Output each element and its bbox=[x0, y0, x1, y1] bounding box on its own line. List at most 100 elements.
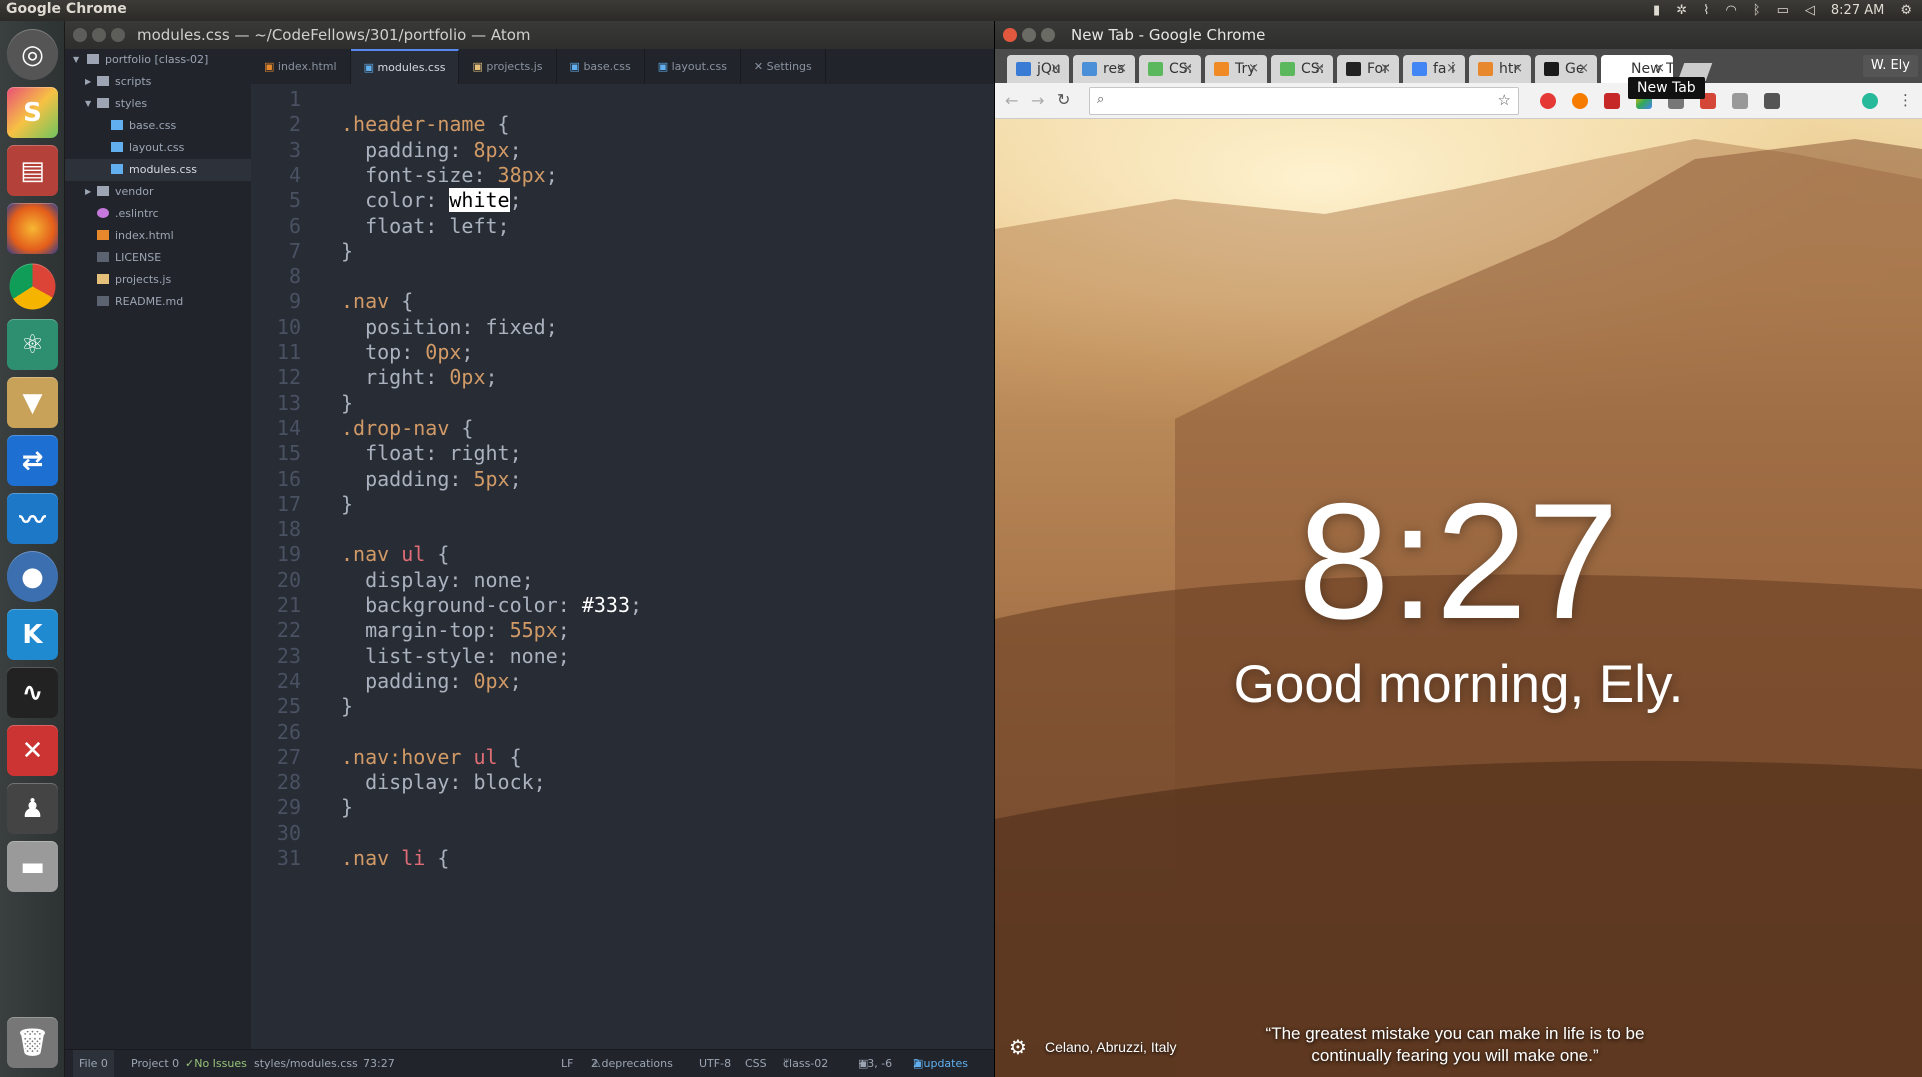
inkscape-icon[interactable]: ♟ bbox=[7, 783, 58, 834]
extension-icon[interactable] bbox=[1540, 93, 1556, 109]
tree-file-readme[interactable]: README.md bbox=[65, 291, 251, 313]
code-line[interactable]: position: fixed; bbox=[341, 315, 558, 339]
slack-icon[interactable]: S bbox=[7, 87, 58, 138]
chrome-close-button[interactable] bbox=[1003, 28, 1017, 42]
chrome-icon[interactable] bbox=[9, 263, 56, 310]
firefox-icon[interactable] bbox=[7, 203, 58, 254]
forward-icon[interactable]: → bbox=[1031, 91, 1044, 110]
code-line[interactable]: margin-top: 55px; bbox=[341, 618, 570, 642]
tab-close-icon[interactable]: × bbox=[1446, 55, 1457, 83]
bookmark-star-icon[interactable]: ☆ bbox=[1498, 91, 1511, 109]
code-line[interactable]: background-color: #333; bbox=[341, 593, 642, 617]
tab-modules-css[interactable]: ▣ modules.css bbox=[350, 49, 460, 84]
atom-close-button[interactable] bbox=[73, 28, 87, 42]
teamviewer-icon[interactable]: ⇄ bbox=[7, 435, 58, 486]
code-line[interactable]: } bbox=[341, 795, 353, 819]
code-line[interactable]: right: 0px; bbox=[341, 365, 497, 389]
adblock-icon[interactable] bbox=[1604, 93, 1620, 109]
power-gear-icon[interactable]: ⚙ bbox=[1900, 3, 1912, 18]
code-line[interactable]: .nav ul { bbox=[341, 542, 449, 566]
atom-icon[interactable]: ⚛ bbox=[7, 319, 58, 370]
tree-file-eslintrc[interactable]: .eslintrc bbox=[65, 203, 251, 225]
code-line[interactable]: float: left; bbox=[341, 214, 510, 238]
tab-settings[interactable]: ✕ Settings bbox=[741, 49, 826, 84]
tab-close-icon[interactable]: × bbox=[1116, 55, 1127, 83]
tree-file-layout-css[interactable]: layout.css bbox=[65, 137, 251, 159]
extension-icon[interactable] bbox=[1572, 93, 1588, 109]
paperclip-icon[interactable]: ⌇ bbox=[1703, 3, 1709, 18]
browser-tab[interactable]: res × bbox=[1073, 55, 1135, 83]
chrome-minimize-button[interactable] bbox=[1022, 28, 1036, 42]
code-line[interactable]: padding: 8px; bbox=[341, 138, 522, 162]
tab-close-icon[interactable]: × bbox=[1182, 55, 1193, 83]
tab-close-icon[interactable]: × bbox=[1314, 55, 1325, 83]
browser-tab[interactable]: jQu × bbox=[1007, 55, 1069, 83]
tree-file-base-css[interactable]: base.css bbox=[65, 115, 251, 137]
code-line[interactable]: } bbox=[341, 492, 353, 516]
browser-tab[interactable]: Ge × bbox=[1535, 55, 1597, 83]
code-line[interactable]: .header-name { bbox=[341, 112, 510, 136]
grammar[interactable]: CSS bbox=[745, 1050, 767, 1077]
encoding[interactable]: UTF-8 bbox=[699, 1050, 731, 1077]
kodi-icon[interactable]: K bbox=[7, 609, 58, 660]
code-line[interactable]: } bbox=[341, 694, 353, 718]
code-line[interactable]: display: none; bbox=[341, 568, 534, 592]
tree-folder-styles[interactable]: ▼ styles bbox=[65, 93, 251, 115]
code-line[interactable]: .drop-nav { bbox=[341, 416, 473, 440]
dash-home-icon[interactable]: ◎ bbox=[7, 29, 58, 80]
code-line[interactable]: float: right; bbox=[341, 441, 522, 465]
linter-status[interactable]: ✓ No Issues bbox=[185, 1050, 247, 1077]
code-line[interactable]: } bbox=[341, 239, 353, 263]
code-editor[interactable]: 1 2 .header-name {3 padding: 8px; 4 font-si… bbox=[251, 84, 994, 1049]
browser-tab[interactable]: fa i × bbox=[1403, 55, 1465, 83]
code-line[interactable]: padding: 5px; bbox=[341, 467, 522, 491]
line-ending[interactable]: LF bbox=[561, 1050, 573, 1077]
tab-projects-js[interactable]: ▣ projects.js bbox=[459, 49, 557, 84]
daily-quote[interactable]: “The greatest mistake you can make in li… bbox=[1225, 1023, 1685, 1067]
browser-tab[interactable]: CS: × bbox=[1139, 55, 1201, 83]
browser-tab[interactable]: Try × bbox=[1205, 55, 1267, 83]
trash-icon[interactable]: 🗑 bbox=[7, 1017, 58, 1068]
tab-close-icon[interactable]: × bbox=[1050, 55, 1061, 83]
file-path[interactable]: styles/modules.css bbox=[254, 1050, 358, 1077]
code-line[interactable]: .nav:hover ul { bbox=[341, 745, 522, 769]
extension-icon[interactable] bbox=[1764, 93, 1780, 109]
tree-folder-scripts[interactable]: ▶ scripts bbox=[65, 71, 251, 93]
code-line[interactable]: display: block; bbox=[341, 770, 546, 794]
file-count[interactable]: File 0 bbox=[73, 1050, 114, 1077]
atom-maximize-button[interactable] bbox=[111, 28, 125, 42]
bluetooth-icon[interactable]: ᛒ bbox=[1753, 3, 1761, 18]
back-icon[interactable]: ← bbox=[1005, 91, 1018, 110]
tree-file-modules-css[interactable]: modules.css bbox=[65, 159, 251, 181]
terminal-icon[interactable]: ∿ bbox=[7, 667, 58, 718]
tab-layout-css[interactable]: ▣ layout.css bbox=[645, 49, 741, 84]
wifi-icon[interactable]: ◠ bbox=[1725, 3, 1736, 18]
drop-icon[interactable]: ● bbox=[7, 551, 58, 602]
tree-file-projects-js[interactable]: projects.js bbox=[65, 269, 251, 291]
code-line[interactable]: } bbox=[341, 391, 353, 415]
tree-file-license[interactable]: LICENSE bbox=[65, 247, 251, 269]
omnibox[interactable]: ⌕ ☆ bbox=[1089, 87, 1519, 115]
network-status-icon[interactable]: ▮ bbox=[1653, 3, 1660, 18]
tree-file-index-html[interactable]: index.html bbox=[65, 225, 251, 247]
disk-drive-icon[interactable]: ▬ bbox=[7, 841, 58, 892]
settings-gear-icon[interactable]: ⚙ bbox=[1009, 1035, 1027, 1059]
settings-tray-icon[interactable]: ✲ bbox=[1676, 3, 1687, 18]
momentum-icon[interactable] bbox=[1862, 93, 1878, 109]
tab-index-html[interactable]: ▣ index.html bbox=[251, 49, 351, 84]
chrome-menu-icon[interactable]: ⋮ bbox=[1898, 91, 1913, 109]
profile-button[interactable]: W. Ely bbox=[1862, 55, 1918, 77]
browser-tab[interactable]: For × bbox=[1337, 55, 1399, 83]
tab-close-icon[interactable]: × bbox=[1512, 55, 1523, 83]
system-settings-icon[interactable]: ✕ bbox=[7, 725, 58, 776]
code-line[interactable]: .nav { bbox=[341, 289, 413, 313]
code-line[interactable]: padding: 0px; bbox=[341, 669, 522, 693]
project-count[interactable]: Project 0 bbox=[125, 1050, 185, 1077]
tree-folder-vendor[interactable]: ▶ vendor bbox=[65, 181, 251, 203]
file-cabinet-icon[interactable]: ▤ bbox=[7, 145, 58, 196]
reload-icon[interactable]: ↻ bbox=[1057, 90, 1070, 109]
tab-close-icon[interactable]: × bbox=[1578, 55, 1589, 83]
tab-base-css[interactable]: ▣ base.css bbox=[557, 49, 645, 84]
code-line[interactable]: font-size: 38px; bbox=[341, 163, 558, 187]
tab-close-icon[interactable]: × bbox=[1380, 55, 1391, 83]
